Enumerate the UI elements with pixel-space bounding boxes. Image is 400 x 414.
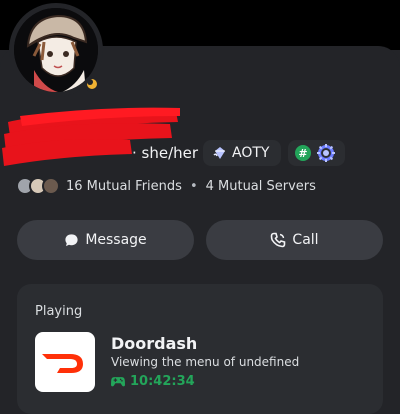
server-boost-icon[interactable]	[316, 143, 336, 163]
pronouns: · she/her	[132, 144, 199, 162]
badge-pill[interactable]: AOTY	[203, 140, 281, 166]
nitro-gem-icon	[213, 147, 225, 159]
message-label: Message	[85, 232, 147, 248]
mutual-info[interactable]: 16 Mutual Friends • 4 Mutual Servers	[16, 177, 316, 195]
activity-app-name: Doordash	[111, 334, 198, 353]
message-button[interactable]: Message	[17, 220, 194, 260]
activity-details: Viewing the menu of undefined	[111, 355, 300, 369]
activity-elapsed: 10:42:34	[111, 374, 195, 389]
mutual-separator: •	[189, 178, 198, 194]
elapsed-time: 10:42:34	[130, 374, 195, 389]
doordash-logo	[35, 332, 95, 392]
doordash-glyph	[42, 354, 83, 373]
mutual-friends-count[interactable]: 16 Mutual Friends	[66, 179, 182, 194]
call-label: Call	[292, 232, 319, 248]
phone-icon	[271, 232, 286, 248]
call-button[interactable]: Call	[206, 220, 383, 260]
activity-heading: Playing	[35, 304, 83, 319]
mutual-avatars	[16, 177, 60, 195]
mutual-servers-count[interactable]: 4 Mutual Servers	[206, 179, 316, 194]
activity-card[interactable]: Playing Doordash Viewing the menu of und…	[17, 284, 383, 414]
hashtag-icon[interactable]: #	[295, 145, 311, 161]
badge-label: AOTY	[232, 145, 270, 161]
message-icon	[65, 233, 78, 246]
idle-status-icon	[84, 76, 100, 92]
controller-icon	[111, 377, 125, 387]
profile-badges: #	[288, 140, 345, 166]
avatar	[42, 177, 60, 195]
